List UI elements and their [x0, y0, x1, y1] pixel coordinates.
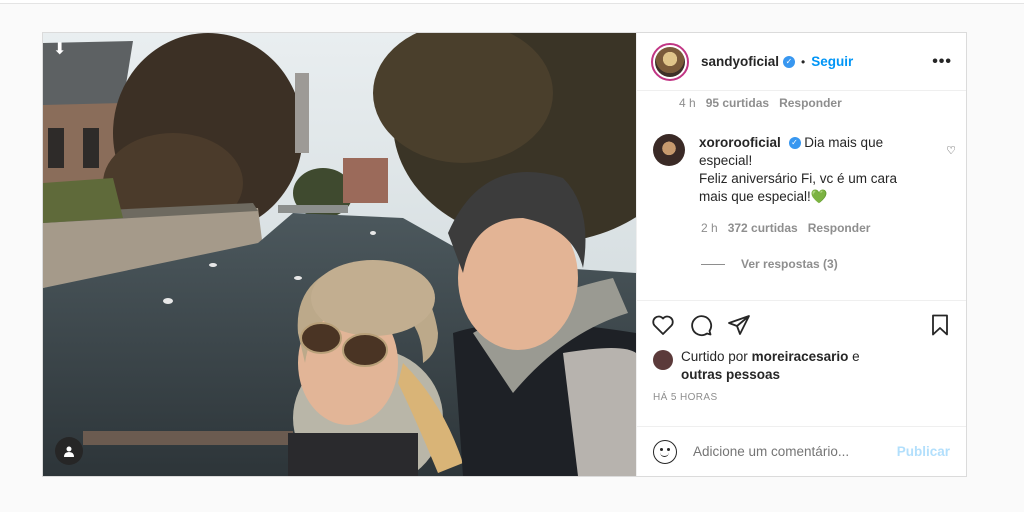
comment-likes[interactable]: 372 curtidas [728, 221, 798, 235]
comment-time[interactable]: 2 h [701, 221, 718, 235]
comment-text: xororooficial ✓ Dia mais que especial! F… [699, 134, 921, 206]
add-comment-bar: Publicar [637, 426, 966, 476]
likes-others-link[interactable]: outras pessoas [681, 367, 780, 382]
previous-comment-meta: 4 h 95 curtidas Responder [679, 96, 842, 110]
comment-icon[interactable] [689, 313, 713, 337]
likes-summary: Curtido por moreiracesario e outras pess… [637, 348, 966, 392]
comment-likes[interactable]: 95 curtidas [706, 96, 769, 110]
verified-icon: ✓ [788, 137, 801, 150]
replies-divider [701, 263, 725, 265]
post-sidebar: sandyoficial ✓ • Seguir ••• 4 h 95 curtid… [636, 33, 966, 476]
comment-item: xororooficial ✓ Dia mais que especial! F… [653, 134, 953, 206]
photo-scene [43, 33, 636, 476]
reply-button[interactable]: Responder [808, 221, 871, 235]
post-timestamp[interactable]: HÁ 5 HORAS [637, 392, 966, 426]
instagram-post: ⬇ sandyoficial ✓ • Seguir ••• 4 h 95 curt… [42, 32, 967, 477]
comment-time[interactable]: 4 h [679, 96, 696, 110]
follow-button[interactable]: Seguir [811, 54, 853, 69]
reply-button[interactable]: Responder [779, 96, 842, 110]
likes-connector: e [852, 349, 860, 364]
publish-button[interactable]: Publicar [897, 444, 950, 459]
download-arrow-icon[interactable]: ⬇ [53, 39, 66, 59]
like-icon[interactable] [651, 313, 675, 337]
post-header: sandyoficial ✓ • Seguir ••• [637, 33, 966, 91]
share-icon[interactable] [727, 313, 751, 337]
liker-username[interactable]: moreiracesario [752, 349, 849, 364]
likes-text: Curtido por moreiracesario e outras pess… [681, 348, 860, 384]
comment-text-line2: Feliz aniversário Fi, vc é um cara mais … [699, 171, 898, 204]
comment-meta: 2 h 372 curtidas Responder [701, 221, 870, 235]
separator-dot: • [801, 54, 806, 69]
comments-section: 4 h 95 curtidas Responder xororooficial ✓ … [637, 91, 966, 300]
commenter-avatar[interactable] [653, 134, 685, 166]
likes-prefix: Curtido por [681, 349, 748, 364]
commenter-username[interactable]: xororooficial [699, 135, 781, 150]
author-username[interactable]: sandyoficial [701, 54, 779, 69]
action-bar [637, 300, 966, 348]
top-bar [0, 0, 1024, 4]
comment-input[interactable] [693, 444, 883, 459]
emoji-icon[interactable] [653, 439, 677, 464]
view-replies-button[interactable]: Ver respostas (3) [701, 257, 838, 271]
view-replies-label[interactable]: Ver respostas (3) [741, 257, 838, 271]
save-icon[interactable] [928, 313, 952, 337]
more-icon[interactable]: ••• [932, 53, 952, 71]
post-photo[interactable]: ⬇ [43, 33, 636, 476]
heart-icon[interactable]: ♡ [946, 144, 956, 157]
user-tag-icon[interactable] [55, 437, 83, 465]
author-avatar[interactable] [651, 42, 689, 81]
liker-avatar[interactable] [653, 350, 673, 370]
verified-icon: ✓ [783, 55, 796, 68]
